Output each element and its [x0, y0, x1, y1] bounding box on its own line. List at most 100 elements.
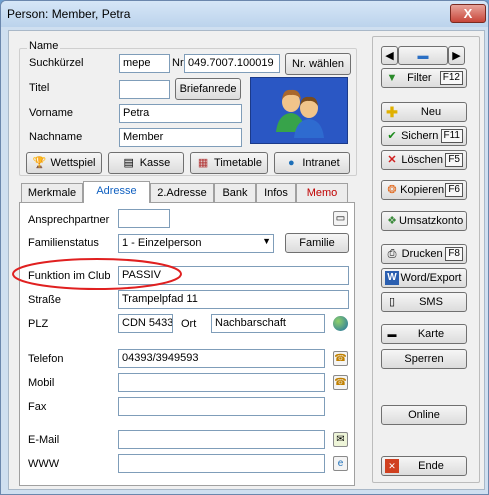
highlight-ellipse: [12, 258, 182, 290]
umsatzkonto-label: Umsatzkonto: [399, 215, 464, 227]
tab-memo[interactable]: Memo: [296, 183, 348, 202]
person-photo[interactable]: [250, 77, 348, 144]
familienstatus-value: 1 - Einzelperson: [122, 237, 202, 249]
word-icon: W: [385, 271, 399, 285]
delete-x-icon: ✕: [387, 154, 397, 166]
briefanrede-button[interactable]: Briefanrede: [175, 78, 241, 100]
card-icon: ▬: [387, 329, 397, 339]
suchkuerzel-label: Suchkürzel: [29, 57, 84, 69]
nr-input[interactable]: 049.7007.100019: [184, 54, 280, 73]
nachname-label: Nachname: [29, 131, 83, 143]
karte-button[interactable]: ▬ Karte: [381, 324, 467, 344]
tab-infos[interactable]: Infos: [256, 183, 296, 202]
mail-icon[interactable]: ✉: [333, 432, 348, 447]
www-input[interactable]: [118, 454, 325, 473]
sperren-button[interactable]: Sperren: [381, 349, 467, 369]
loeschen-label: Löschen: [401, 154, 443, 166]
umsatzkonto-button[interactable]: ❖ Umsatzkonto: [381, 211, 467, 231]
sperren-label: Sperren: [404, 353, 444, 365]
titel-label: Titel: [29, 82, 50, 94]
mobile-icon: ▯: [388, 296, 396, 308]
checkmark-icon: ✔: [387, 130, 397, 142]
drucken-shortcut: F8: [445, 247, 463, 261]
sichern-label: Sichern: [401, 130, 439, 142]
exit-icon: ✕: [385, 459, 399, 473]
kasse-button[interactable]: ▤ Kasse: [108, 152, 184, 174]
familie-button[interactable]: Familie: [285, 233, 349, 253]
timetable-label: Timetable: [214, 157, 262, 169]
tab-merkmale[interactable]: Merkmale: [21, 183, 83, 202]
strasse-label: Straße: [28, 294, 62, 306]
ort-label: Ort: [181, 318, 197, 330]
tab-2-adresse[interactable]: 2.Adresse: [150, 183, 214, 202]
ende-button[interactable]: ✕ Ende: [381, 456, 467, 476]
nr-waehlen-button[interactable]: Nr. wählen: [285, 53, 351, 75]
window-client-area: Name Suchkürzel mepe Nr 049.7007.100019 …: [8, 30, 485, 490]
drucken-label: Drucken: [401, 248, 443, 260]
plz-label: PLZ: [28, 318, 49, 330]
fax-input[interactable]: [118, 397, 325, 416]
sichern-button[interactable]: ✔ Sichern F11: [381, 126, 467, 146]
online-button[interactable]: Online: [381, 405, 467, 425]
ansprechpartner-label: Ansprechpartner: [28, 214, 110, 226]
contact-card-icon[interactable]: ▭: [333, 211, 348, 226]
email-input[interactable]: [118, 430, 325, 449]
ort-input[interactable]: Nachbarschaft: [211, 314, 325, 333]
previous-record-button[interactable]: ◀: [381, 46, 398, 65]
cash-register-icon: ▤: [123, 157, 134, 169]
ansprechpartner-input[interactable]: [118, 209, 170, 228]
titel-input[interactable]: [119, 80, 170, 99]
tab-adresse[interactable]: Adresse: [83, 181, 150, 203]
wettspiel-label: Wettspiel: [50, 157, 96, 169]
wettspiel-button[interactable]: 🏆 Wettspiel: [26, 152, 102, 174]
ende-label: Ende: [418, 460, 444, 472]
timetable-button[interactable]: ▦ Timetable: [190, 152, 268, 174]
vorname-label: Vorname: [29, 107, 74, 119]
online-label: Online: [408, 409, 440, 421]
tab-bank[interactable]: Bank: [214, 183, 256, 202]
chevron-down-icon[interactable]: ▼: [262, 236, 271, 246]
mobil-label: Mobil: [28, 377, 55, 389]
record-icon: ▬: [417, 49, 429, 62]
kasse-label: Kasse: [139, 157, 171, 169]
filter-button[interactable]: ▼ Filter F12: [381, 68, 467, 88]
vorname-input[interactable]: Petra: [119, 104, 242, 123]
globe-icon[interactable]: [333, 316, 348, 331]
name-group-title: Name: [27, 40, 61, 52]
plz-input[interactable]: CDN 5433: [118, 314, 173, 333]
email-label: E-Mail: [28, 434, 60, 446]
next-record-button[interactable]: ▶: [448, 46, 465, 65]
filter-label: Filter: [407, 72, 432, 84]
mobil-input[interactable]: [118, 373, 325, 392]
drucken-button[interactable]: ⎙ Drucken F8: [381, 244, 467, 264]
calendar-icon: ▦: [197, 157, 209, 169]
loeschen-button[interactable]: ✕ Löschen F5: [381, 150, 467, 170]
neu-button[interactable]: ✚ Neu: [381, 102, 467, 122]
nr-label: Nr: [172, 57, 184, 69]
www-label: WWW: [28, 458, 60, 470]
kopieren-button[interactable]: ❂ Kopieren F6: [381, 180, 467, 200]
word-export-label: Word/Export: [400, 272, 462, 284]
nachname-input[interactable]: Member: [119, 128, 242, 147]
close-button[interactable]: X: [450, 4, 486, 23]
internet-explorer-icon[interactable]: e: [333, 456, 348, 471]
neu-label: Neu: [420, 106, 442, 118]
funnel-icon: ▼: [386, 72, 398, 84]
globe-icon: ●: [288, 157, 295, 169]
phone-icon[interactable]: ☎: [333, 351, 348, 366]
suchkuerzel-input[interactable]: mepe: [119, 54, 170, 73]
telefon-input[interactable]: 04393/3949593: [118, 349, 325, 368]
money-icon: ❖: [387, 215, 397, 227]
sms-button[interactable]: ▯ SMS: [381, 292, 467, 312]
printer-icon: ⎙: [387, 248, 397, 260]
person-window: Person: Member, Petra X Name Suchkürzel …: [0, 0, 489, 495]
record-navigator-button[interactable]: ▬: [398, 46, 448, 65]
copy-icon: ❂: [387, 184, 397, 196]
kopieren-label: Kopieren: [400, 184, 445, 196]
mobile-phone-icon[interactable]: ☎: [333, 375, 348, 390]
briefanrede-label: Briefanrede: [179, 83, 237, 95]
strasse-input[interactable]: Trampelpfad 11: [118, 290, 349, 309]
familienstatus-select[interactable]: 1 - Einzelperson ▼: [118, 234, 274, 253]
intranet-button[interactable]: ● Intranet: [274, 152, 350, 174]
word-export-button[interactable]: W Word/Export: [381, 268, 467, 288]
